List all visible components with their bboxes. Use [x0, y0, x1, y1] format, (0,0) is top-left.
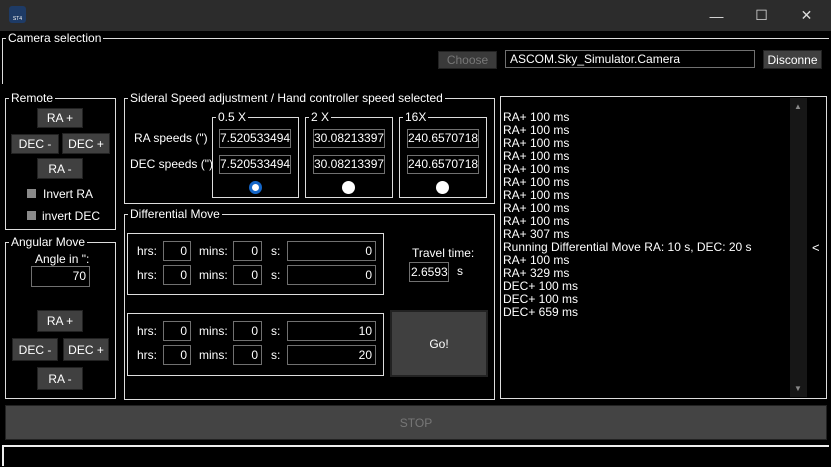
- hrs-input[interactable]: 0: [163, 321, 191, 341]
- hrs-input[interactable]: 0: [163, 345, 191, 365]
- ra-speeds-label: RA speeds ("): [134, 131, 208, 145]
- hrs-input[interactable]: 0: [163, 241, 191, 261]
- seconds-input[interactable]: 0: [287, 265, 376, 285]
- travel-time-field: 2.659388: [409, 262, 449, 282]
- status-bar: [2, 445, 829, 466]
- sideral-speed-title: Sideral Speed adjustment / Hand controll…: [128, 91, 445, 105]
- speed-2x-radio[interactable]: [342, 181, 355, 194]
- seconds-label: s:: [271, 268, 281, 282]
- log-scrollbar[interactable]: ▲ ▼: [790, 98, 807, 397]
- telescope-icon: ST4: [9, 6, 26, 23]
- mins-label: mins:: [199, 268, 228, 282]
- angle-label: Angle in ":: [35, 252, 90, 266]
- ra-speed-2x-input[interactable]: 30.08213397: [313, 129, 385, 148]
- remote-dec-plus-button[interactable]: DEC +: [62, 133, 110, 154]
- angle-input[interactable]: 70: [31, 266, 90, 287]
- hrs-label: hrs:: [137, 348, 158, 362]
- seconds-label: s:: [271, 348, 281, 362]
- close-button[interactable]: ✕: [784, 0, 829, 31]
- stop-button[interactable]: STOP: [5, 405, 827, 440]
- seconds-label: s:: [271, 244, 281, 258]
- mins-label: mins:: [199, 324, 228, 338]
- ra-speed-0.5x-input[interactable]: 7.520533494: [219, 129, 291, 148]
- camera-selection-title: Camera selection: [6, 31, 104, 45]
- disconnect-button[interactable]: Disconne: [763, 50, 822, 69]
- dec-speed-16x-input[interactable]: 240.6570718: [407, 155, 479, 174]
- mins-label: mins:: [199, 348, 228, 362]
- maximize-button[interactable]: ☐: [739, 0, 784, 31]
- ra-speed-16x-input[interactable]: 240.6570718: [407, 129, 479, 148]
- differential-move-title: Differential Move: [128, 207, 222, 221]
- angular-ra-plus-button[interactable]: RA +: [37, 310, 83, 332]
- remote-title: Remote: [9, 91, 56, 105]
- invert-ra-label: Invert RA: [43, 187, 94, 201]
- travel-time-unit: s: [457, 264, 463, 278]
- remote-ra-minus-button[interactable]: RA -: [37, 158, 83, 179]
- log-line: DEC+ 659 ms: [503, 305, 579, 319]
- hrs-label: hrs:: [137, 244, 158, 258]
- speed-2x-title: 2 X: [309, 110, 332, 124]
- minimize-button[interactable]: —: [694, 0, 739, 31]
- mins-input[interactable]: 0: [233, 321, 262, 341]
- mins-input[interactable]: 0: [233, 345, 262, 365]
- seconds-input[interactable]: 20: [287, 345, 376, 365]
- invert-dec-checkbox[interactable]: [27, 211, 36, 220]
- speed-0.5x-radio[interactable]: [249, 181, 262, 194]
- speed-0.5x-title: 0.5 X: [216, 110, 249, 124]
- hrs-label: hrs:: [137, 324, 158, 338]
- seconds-label: s:: [271, 324, 281, 338]
- go-button[interactable]: Go!: [390, 310, 488, 377]
- remote-ra-plus-button[interactable]: RA +: [37, 108, 83, 128]
- seconds-input[interactable]: 10: [287, 321, 376, 341]
- angular-dec-plus-button[interactable]: DEC +: [63, 338, 109, 361]
- mins-input[interactable]: 0: [233, 241, 262, 261]
- invert-ra-checkbox[interactable]: [27, 189, 36, 198]
- choose-button[interactable]: Choose: [438, 51, 497, 69]
- mins-input[interactable]: 0: [233, 265, 262, 285]
- seconds-input[interactable]: 0: [287, 241, 376, 261]
- angular-ra-minus-button[interactable]: RA -: [37, 367, 83, 390]
- log-text: RA+ 100 ms RA+ 100 ms RA+ 100 ms RA+ 100 ms…: [503, 111, 752, 319]
- speed-16x-radio[interactable]: [436, 181, 449, 194]
- dec-speed-0.5x-input[interactable]: 7.520533494: [219, 155, 291, 174]
- angular-dec-minus-button[interactable]: DEC -: [12, 338, 58, 361]
- log-panel: RA+ 100 ms RA+ 100 ms RA+ 100 ms RA+ 100 ms…: [500, 96, 827, 399]
- app-icon-text: ST4: [12, 16, 23, 22]
- mins-label: mins:: [199, 244, 228, 258]
- collapse-panel-button[interactable]: <: [812, 240, 820, 255]
- invert-dec-label: invert DEC: [42, 209, 101, 223]
- scroll-up-icon[interactable]: ▲: [794, 102, 802, 111]
- hrs-label: hrs:: [137, 268, 158, 282]
- camera-name-field[interactable]: ASCOM.Sky_Simulator.Camera: [505, 50, 755, 68]
- angular-move-title: Angular Move: [9, 235, 88, 249]
- speed-16x-title: 16X: [403, 110, 429, 124]
- remote-dec-minus-button[interactable]: DEC -: [11, 134, 59, 154]
- dec-speeds-label: DEC speeds ("): [130, 157, 213, 171]
- title-bar: ST4 — ☐ ✕: [0, 0, 831, 31]
- travel-time-label: Travel time:: [412, 246, 475, 260]
- hrs-input[interactable]: 0: [163, 265, 191, 285]
- scroll-down-icon[interactable]: ▼: [794, 384, 802, 393]
- dec-speed-2x-input[interactable]: 30.08213397: [313, 155, 385, 174]
